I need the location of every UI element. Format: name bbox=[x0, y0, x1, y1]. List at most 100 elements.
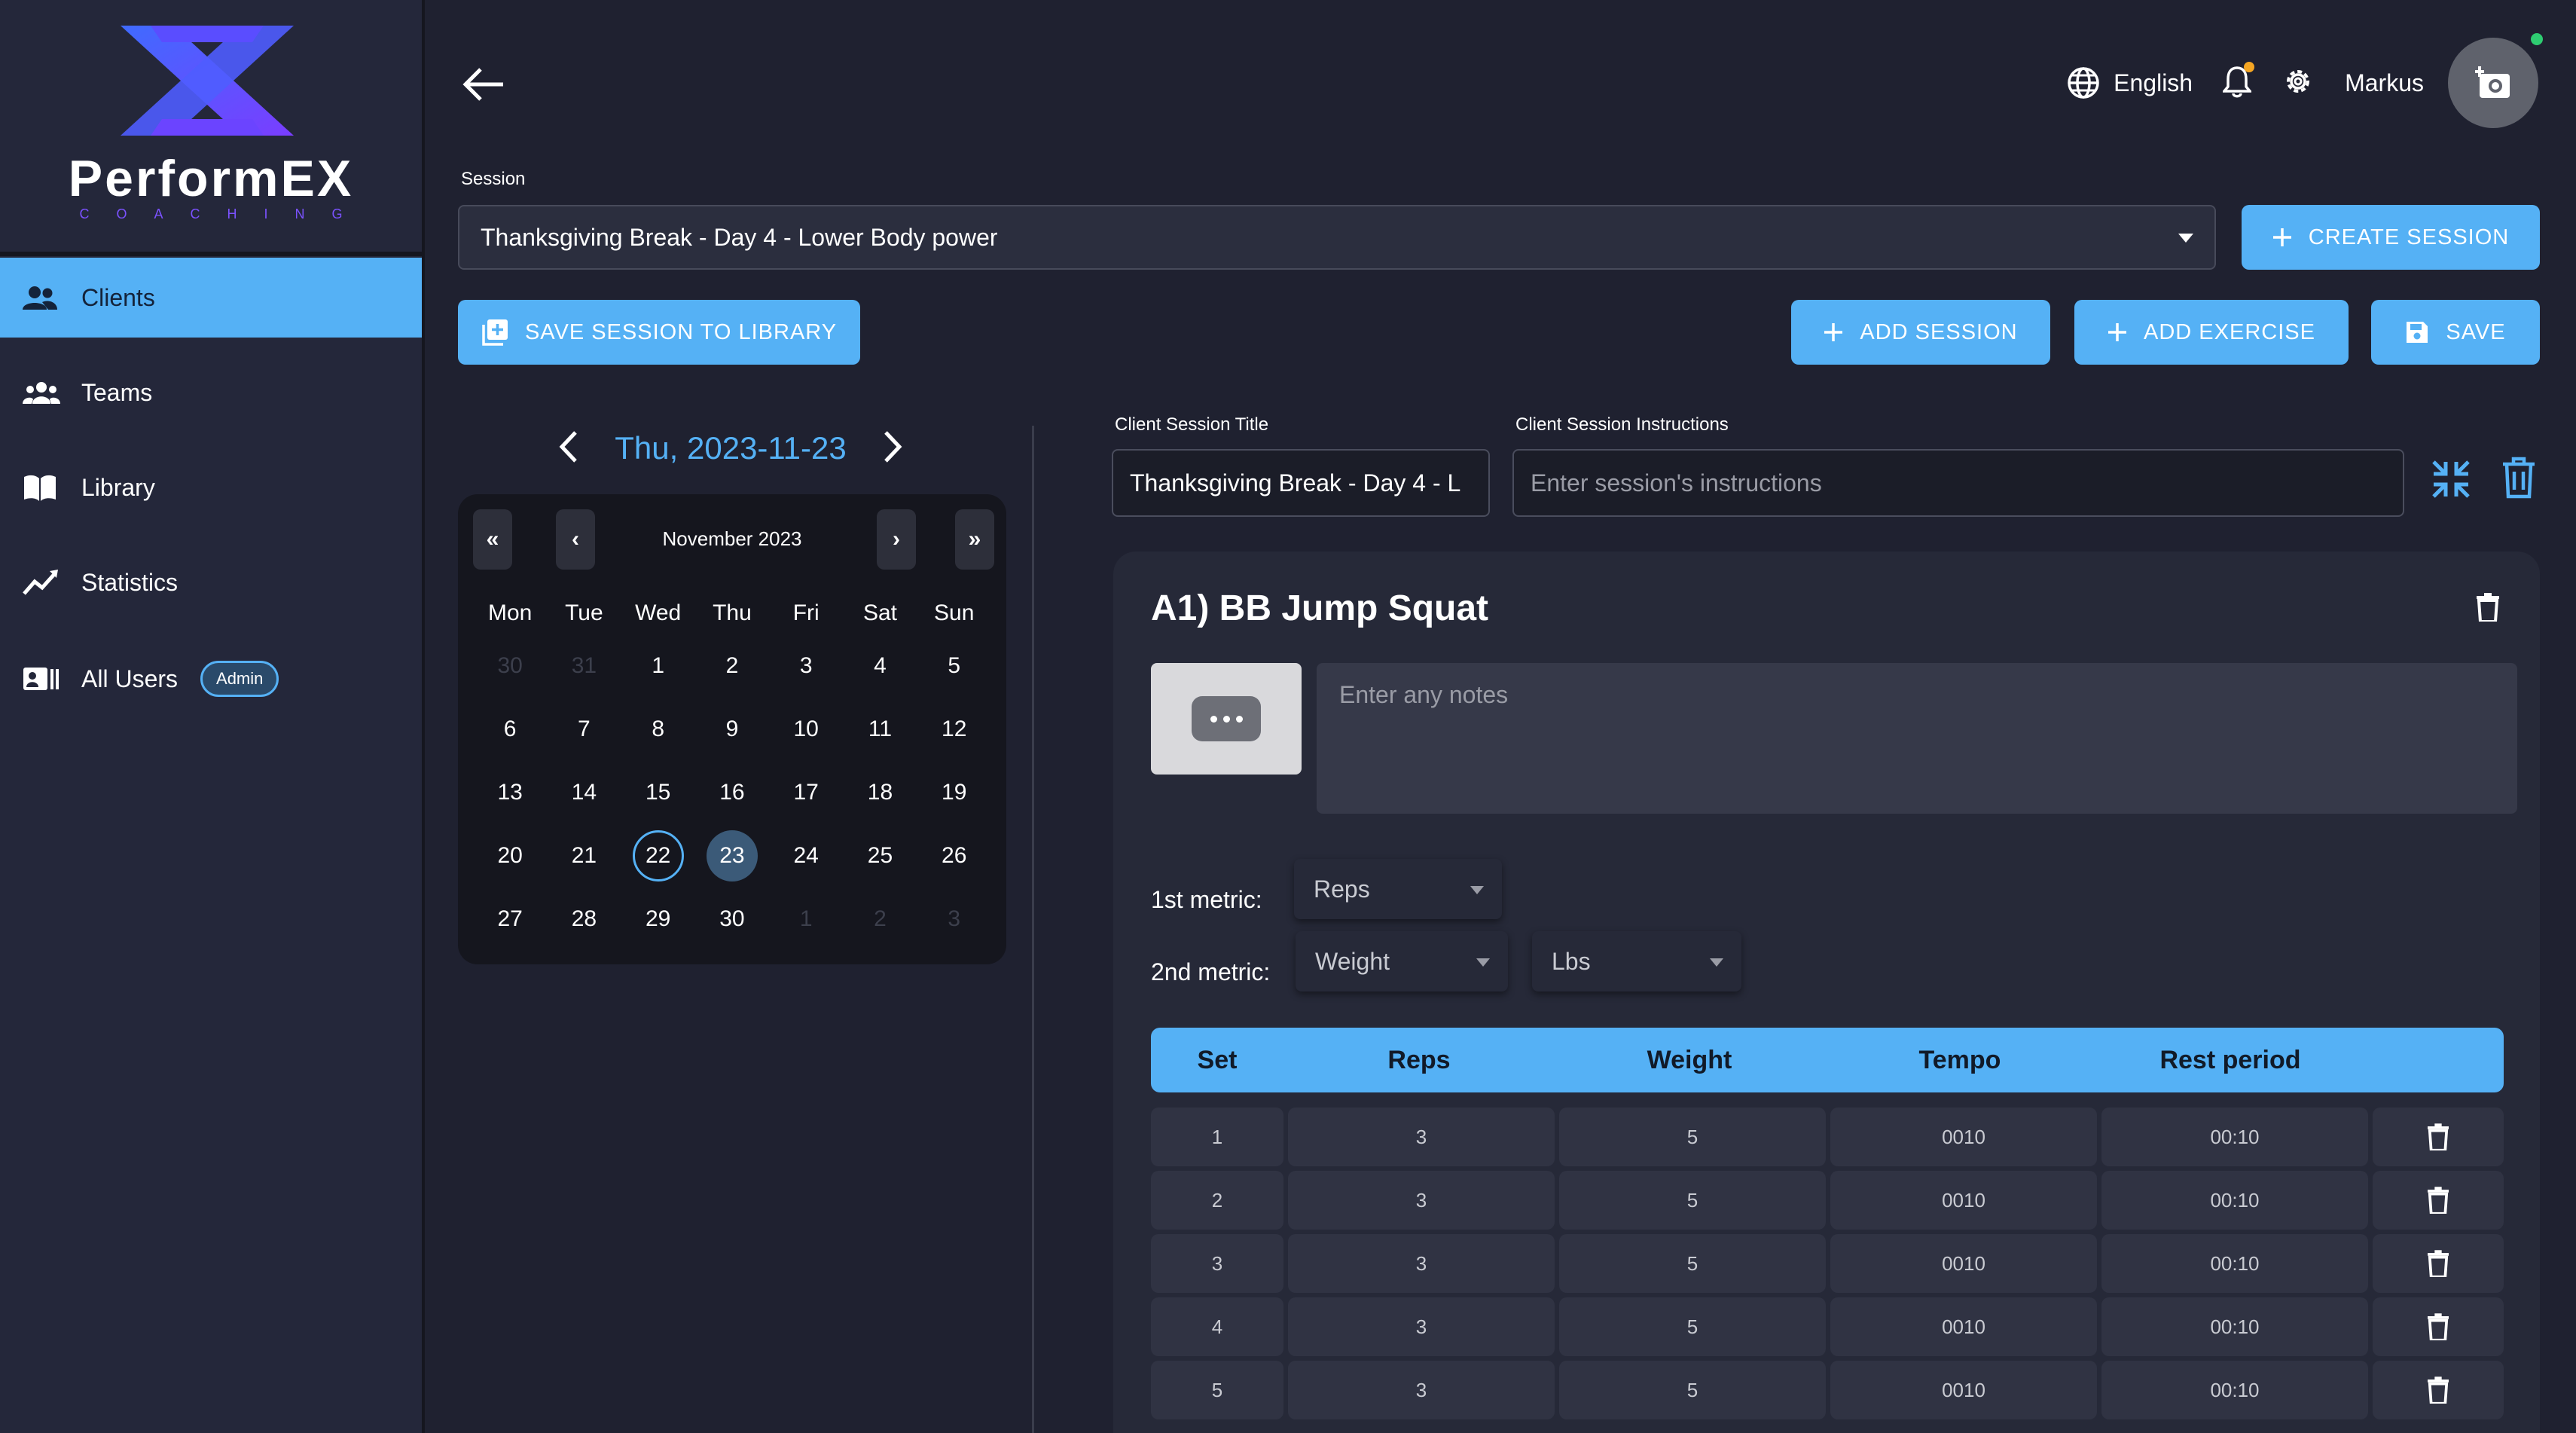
notifications-button[interactable] bbox=[2221, 61, 2255, 102]
sidebar-item-library[interactable]: Library bbox=[0, 448, 422, 527]
calendar-day[interactable]: 7 bbox=[547, 704, 621, 755]
calendar-day[interactable]: 4 bbox=[843, 640, 917, 692]
calendar-day[interactable]: 27 bbox=[473, 894, 547, 945]
calendar-day[interactable]: 14 bbox=[547, 767, 621, 818]
next-year-button[interactable]: » bbox=[955, 509, 994, 570]
rest-period-cell[interactable]: 00:10 bbox=[2101, 1297, 2368, 1356]
calendar-day[interactable]: 30 bbox=[473, 640, 547, 692]
tempo-cell[interactable]: 0010 bbox=[1830, 1108, 2097, 1166]
rest-period-cell[interactable]: 00:10 bbox=[2101, 1234, 2368, 1293]
rest-period-cell[interactable]: 00:10 bbox=[2101, 1171, 2368, 1230]
weight-cell[interactable]: 5 bbox=[1559, 1297, 1826, 1356]
delete-exercise-trash-icon[interactable] bbox=[2469, 586, 2507, 628]
tempo-cell[interactable]: 0010 bbox=[1830, 1171, 2097, 1230]
weight-cell[interactable]: 5 bbox=[1559, 1171, 1826, 1230]
save-button[interactable]: SAVE bbox=[2371, 300, 2540, 365]
sidebar-item-statistics[interactable]: Statistics bbox=[0, 542, 422, 622]
unit-select[interactable]: Lbs bbox=[1532, 931, 1741, 991]
calendar-day[interactable]: 5 bbox=[917, 640, 991, 692]
client-session-title-input[interactable]: Thanksgiving Break - Day 4 - L bbox=[1112, 449, 1490, 517]
weight-cell[interactable]: 5 bbox=[1559, 1108, 1826, 1166]
delete-row-trash-icon[interactable] bbox=[2373, 1361, 2504, 1419]
calendar-day[interactable]: 1 bbox=[621, 640, 695, 692]
weight-cell[interactable]: 5 bbox=[1559, 1234, 1826, 1293]
chevron-right-icon[interactable] bbox=[881, 429, 904, 468]
calendar-day[interactable]: 22 bbox=[621, 830, 695, 881]
calendar-day[interactable]: 3 bbox=[769, 640, 843, 692]
calendar-day[interactable]: 9 bbox=[695, 704, 769, 755]
weight-cell[interactable]: 5 bbox=[1559, 1361, 1826, 1419]
add-session-button[interactable]: ADD SESSION bbox=[1791, 300, 2050, 365]
calendar-day[interactable]: 19 bbox=[917, 767, 991, 818]
tempo-cell[interactable]: 0010 bbox=[1830, 1297, 2097, 1356]
chevron-left-icon[interactable] bbox=[557, 429, 580, 468]
exercise-thumbnail[interactable] bbox=[1151, 663, 1302, 775]
session-select[interactable]: Thanksgiving Break - Day 4 - Lower Body … bbox=[458, 205, 2216, 270]
create-session-button[interactable]: CREATE SESSION bbox=[2242, 205, 2540, 270]
add-exercise-button[interactable]: ADD EXERCISE bbox=[2074, 300, 2349, 365]
calendar-day[interactable]: 13 bbox=[473, 767, 547, 818]
delete-row-trash-icon[interactable] bbox=[2373, 1297, 2504, 1356]
settings-button[interactable] bbox=[2281, 65, 2315, 102]
calendar-day[interactable]: 30 bbox=[695, 894, 769, 945]
client-session-instructions-input[interactable]: Enter session's instructions bbox=[1512, 449, 2404, 517]
calendar-day[interactable]: 28 bbox=[547, 894, 621, 945]
language-selector[interactable]: English bbox=[2067, 66, 2193, 99]
notes-textarea[interactable]: Enter any notes bbox=[1317, 663, 2517, 814]
set-cell[interactable]: 3 bbox=[1151, 1234, 1283, 1293]
delete-row-trash-icon[interactable] bbox=[2373, 1108, 2504, 1166]
calendar-day[interactable]: 23 bbox=[695, 830, 769, 881]
calendar-day[interactable]: 16 bbox=[695, 767, 769, 818]
sidebar-item-clients[interactable]: Clients bbox=[0, 258, 422, 338]
set-cell[interactable]: 1 bbox=[1151, 1108, 1283, 1166]
collapse-icon[interactable] bbox=[2427, 455, 2475, 503]
tempo-cell[interactable]: 0010 bbox=[1830, 1361, 2097, 1419]
reps-cell[interactable]: 3 bbox=[1288, 1108, 1555, 1166]
reps-cell[interactable]: 3 bbox=[1288, 1171, 1555, 1230]
rest-period-cell[interactable]: 00:10 bbox=[2101, 1108, 2368, 1166]
current-date[interactable]: Thu, 2023-11-23 bbox=[615, 430, 846, 466]
brand-logo[interactable]: PerformEX COACHING bbox=[0, 0, 422, 255]
tempo-cell[interactable]: 0010 bbox=[1830, 1234, 2097, 1293]
set-cell[interactable]: 5 bbox=[1151, 1361, 1283, 1419]
reps-cell[interactable]: 3 bbox=[1288, 1361, 1555, 1419]
set-cell[interactable]: 2 bbox=[1151, 1171, 1283, 1230]
calendar-day-number: 31 bbox=[571, 653, 597, 678]
rest-period-cell[interactable]: 00:10 bbox=[2101, 1361, 2368, 1419]
username[interactable]: Markus bbox=[2345, 69, 2424, 97]
next-month-button[interactable]: › bbox=[877, 509, 916, 570]
back-arrow-icon[interactable] bbox=[461, 63, 506, 109]
reps-cell[interactable]: 3 bbox=[1288, 1234, 1555, 1293]
delete-session-trash-icon[interactable] bbox=[2495, 452, 2543, 503]
calendar-day[interactable]: 25 bbox=[843, 830, 917, 881]
calendar-day[interactable]: 31 bbox=[547, 640, 621, 692]
calendar-day[interactable]: 10 bbox=[769, 704, 843, 755]
save-session-to-library-button[interactable]: SAVE SESSION TO LIBRARY bbox=[458, 300, 860, 365]
calendar-day[interactable]: 21 bbox=[547, 830, 621, 881]
calendar-day[interactable]: 6 bbox=[473, 704, 547, 755]
delete-row-trash-icon[interactable] bbox=[2373, 1234, 2504, 1293]
calendar-day[interactable]: 12 bbox=[917, 704, 991, 755]
calendar-day[interactable]: 3 bbox=[917, 894, 991, 945]
reps-cell[interactable]: 3 bbox=[1288, 1297, 1555, 1356]
calendar-day[interactable]: 26 bbox=[917, 830, 991, 881]
sidebar-item-all-users[interactable]: All Users Admin bbox=[0, 639, 422, 719]
calendar-day[interactable]: 2 bbox=[843, 894, 917, 945]
set-cell[interactable]: 4 bbox=[1151, 1297, 1283, 1356]
calendar-day[interactable]: 17 bbox=[769, 767, 843, 818]
metric2-select[interactable]: Weight bbox=[1296, 931, 1508, 991]
metric1-select[interactable]: Reps bbox=[1294, 859, 1502, 919]
calendar-day[interactable]: 2 bbox=[695, 640, 769, 692]
sidebar-item-teams[interactable]: Teams bbox=[0, 353, 422, 432]
calendar-day[interactable]: 18 bbox=[843, 767, 917, 818]
calendar-day[interactable]: 29 bbox=[621, 894, 695, 945]
calendar-day[interactable]: 11 bbox=[843, 704, 917, 755]
avatar[interactable] bbox=[2448, 33, 2543, 128]
calendar-day[interactable]: 15 bbox=[621, 767, 695, 818]
calendar-day[interactable]: 1 bbox=[769, 894, 843, 945]
calendar-day[interactable]: 20 bbox=[473, 830, 547, 881]
delete-row-trash-icon[interactable] bbox=[2373, 1171, 2504, 1230]
calendar-day[interactable]: 8 bbox=[621, 704, 695, 755]
calendar-day[interactable]: 24 bbox=[769, 830, 843, 881]
sidebar-item-label: Teams bbox=[81, 378, 153, 406]
